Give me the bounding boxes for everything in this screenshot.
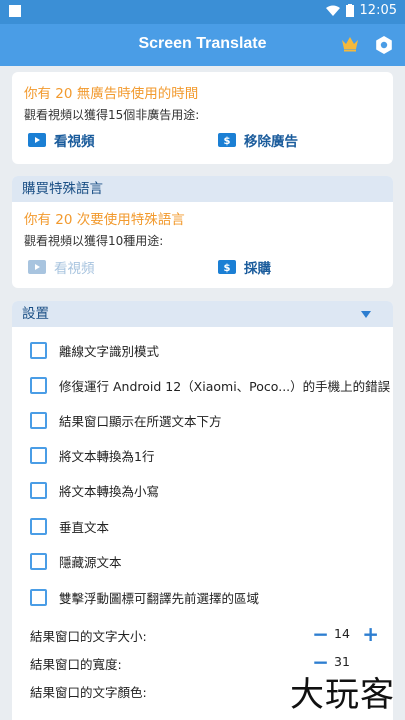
increase-font-size-button[interactable]: + (362, 622, 379, 646)
video-icon (28, 133, 46, 147)
option-label: 將文本轉換為1行 (59, 449, 155, 464)
font-size-label: 結果窗口的文字大小: (30, 629, 147, 644)
option-label: 將文本轉換為小寫 (59, 484, 160, 499)
status-time: 12:05 (359, 3, 397, 18)
option-result-below[interactable]: 結果窗口顯示在所選文本下方 (30, 411, 222, 430)
settings-card: 設置 離線文字識別模式 修復運行 Android 12（Xiaomi、Poco.… (12, 301, 393, 720)
special-language-header: 購買特殊語言 (12, 176, 393, 202)
watermark: 大玩客 (290, 675, 395, 715)
font-size-setting: 結果窗口的文字大小: − 14 + (30, 622, 379, 646)
crown-icon[interactable] (341, 36, 359, 52)
checkbox[interactable] (30, 447, 47, 464)
option-label: 修復運行 Android 12（Xiaomi、Poco...）的手機上的錯誤 (59, 379, 391, 394)
option-label: 結果窗口顯示在所選文本下方 (59, 414, 222, 429)
watch-video-button-disabled[interactable]: 看視頻 (28, 257, 95, 277)
checkbox[interactable] (30, 482, 47, 499)
option-lowercase[interactable]: 將文本轉換為小寫 (30, 481, 159, 500)
gear-icon[interactable] (374, 35, 394, 55)
settings-title: 設置 (22, 306, 49, 322)
watch-video-button[interactable]: 看視頻 (28, 130, 95, 150)
option-label: 離線文字識別模式 (59, 344, 160, 359)
status-bar: 12:05 (0, 0, 405, 24)
buy-language-label: 採購 (244, 261, 271, 277)
width-label: 結果窗口的寬度: (30, 657, 122, 672)
buy-language-button[interactable]: $ 採購 (218, 257, 271, 277)
option-label: 垂直文本 (59, 520, 110, 535)
option-android12-fix[interactable]: 修復運行 Android 12（Xiaomi、Poco...）的手機上的錯誤 (30, 376, 390, 395)
remove-ads-button[interactable]: $ 移除廣告 (218, 130, 298, 150)
watch-video-label: 看視頻 (54, 261, 95, 277)
option-hide-source[interactable]: 隱藏源文本 (30, 552, 122, 571)
no-ads-card: 你有 20 無廣告時使用的時間 觀看視頻以獲得15個非廣告用途: 看視頻 $ 移… (12, 72, 393, 164)
remove-ads-label: 移除廣告 (244, 134, 298, 150)
settings-header[interactable]: 設置 (12, 301, 393, 327)
wifi-icon (325, 5, 340, 16)
money-icon: $ (218, 133, 236, 147)
option-double-tap[interactable]: 雙擊浮動圖標可翻譯先前選擇的區域 (30, 588, 259, 607)
special-language-subtitle: 觀看視頻以獲得10種用途: (24, 234, 164, 248)
app-bar: Screen Translate (0, 24, 405, 66)
checkbox[interactable] (30, 377, 47, 394)
video-icon (28, 260, 46, 274)
no-ads-subtitle: 觀看視頻以獲得15個非廣告用途: (24, 108, 200, 122)
option-label: 雙擊浮動圖標可翻譯先前選擇的區域 (59, 591, 260, 606)
option-vertical-text[interactable]: 垂直文本 (30, 517, 109, 536)
battery-icon (345, 4, 354, 17)
special-language-headline: 你有 20 次要使用特殊語言 (24, 212, 185, 228)
checkbox[interactable] (30, 342, 47, 359)
checkbox[interactable] (30, 589, 47, 606)
checkbox[interactable] (30, 553, 47, 570)
checkbox[interactable] (30, 412, 47, 429)
font-color-label: 結果窗口的文字顏色: (30, 685, 147, 700)
option-offline-ocr[interactable]: 離線文字識別模式 (30, 341, 159, 360)
notification-icon (9, 5, 21, 17)
checkbox[interactable] (30, 518, 47, 535)
special-language-card: 購買特殊語言 你有 20 次要使用特殊語言 觀看視頻以獲得10種用途: 看視頻 … (12, 176, 393, 288)
font-size-value: 14 (334, 626, 350, 641)
option-one-line[interactable]: 將文本轉換為1行 (30, 446, 154, 465)
money-icon: $ (218, 260, 236, 274)
no-ads-headline: 你有 20 無廣告時使用的時間 (24, 86, 199, 102)
svg-text:$: $ (224, 263, 231, 274)
option-label: 隱藏源文本 (59, 555, 122, 570)
triangle-down-icon (361, 311, 371, 318)
watch-video-label: 看視頻 (54, 134, 95, 150)
decrease-font-size-button[interactable]: − (312, 622, 329, 646)
svg-text:$: $ (224, 136, 231, 147)
